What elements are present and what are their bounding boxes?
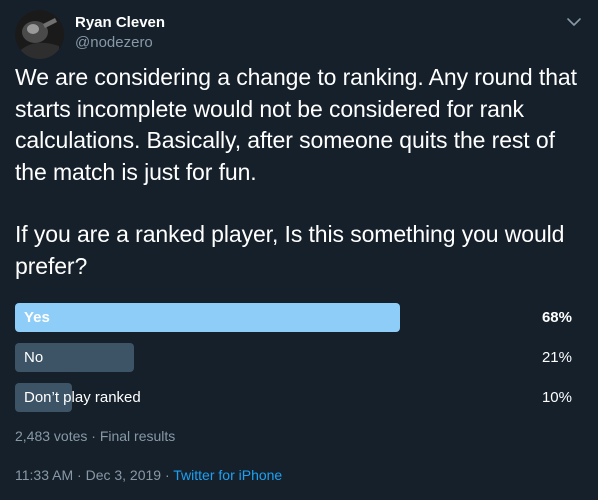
avatar[interactable]: [15, 10, 64, 59]
poll-option-label: Yes: [24, 309, 50, 326]
separator: ·: [73, 467, 86, 483]
poll-option-percent: 10%: [541, 389, 572, 406]
poll-bar: [15, 303, 400, 332]
poll-option-label: Don’t play ranked: [24, 389, 141, 406]
poll: Yes 68% No 21% Don’t play ranked 10%: [15, 303, 572, 423]
author-handle[interactable]: @nodezero: [75, 33, 153, 53]
tweet-source-link[interactable]: Twitter for iPhone: [173, 467, 282, 483]
poll-option-percent: 21%: [541, 349, 572, 366]
tweet-date[interactable]: Dec 3, 2019: [86, 467, 162, 483]
tweet-card: Ryan Cleven @nodezero We are considering…: [0, 0, 598, 500]
chevron-down-icon[interactable]: [564, 14, 584, 30]
poll-option-label: No: [24, 349, 44, 366]
tweet-text: We are considering a change to ranking. …: [15, 62, 585, 282]
separator: ·: [161, 467, 174, 483]
tweet-paragraph: If you are a ranked player, Is this some…: [15, 221, 565, 279]
poll-results-meta: 2,483 votes · Final results: [15, 428, 176, 444]
avatar-image: [15, 10, 64, 59]
poll-option-percent: 68%: [541, 309, 572, 326]
poll-option-dont-play-ranked: Don’t play ranked 10%: [15, 383, 572, 412]
tweet-timestamp: 11:33 AM · Dec 3, 2019 · Twitter for iPh…: [15, 467, 282, 483]
tweet-paragraph: We are considering a change to ranking. …: [15, 64, 577, 185]
poll-option-yes: Yes 68%: [15, 303, 572, 332]
divider: [15, 456, 583, 457]
tweet-time[interactable]: 11:33 AM: [15, 467, 73, 483]
author-display-name[interactable]: Ryan Cleven: [75, 13, 165, 33]
poll-option-no: No 21%: [15, 343, 572, 372]
